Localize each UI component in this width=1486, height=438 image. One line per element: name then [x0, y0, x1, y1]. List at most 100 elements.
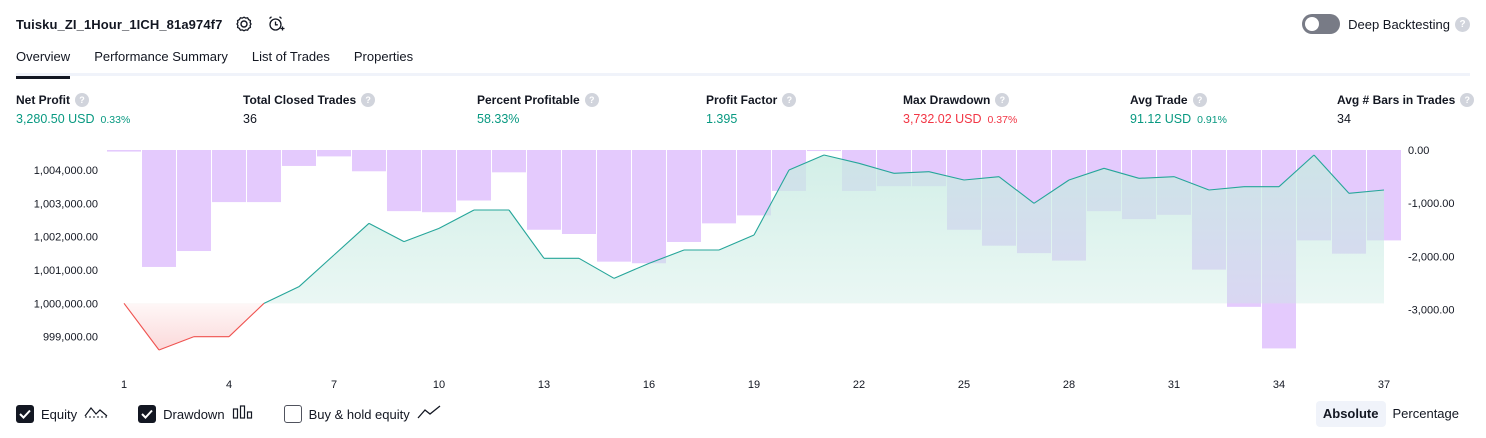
drawdown-bar	[212, 150, 246, 203]
metrics-row: Net Profit? 3,280.50 USD 0.33% Total Clos…	[16, 93, 1475, 133]
drawdown-bar	[807, 150, 841, 152]
drawdown-bar	[597, 150, 631, 262]
metric-percent-profitable: Percent Profitable? 58.33%	[477, 93, 599, 126]
help-icon[interactable]: ?	[1192, 93, 1207, 107]
drawdown-bar	[107, 150, 141, 152]
metric-value: 1.395	[706, 112, 738, 126]
legend-equity[interactable]: Equity	[16, 404, 108, 425]
x-axis-tick: 37	[1378, 379, 1390, 391]
add-alert-icon[interactable]	[266, 14, 286, 34]
left-axis-tick: 1,000,000.00	[34, 298, 98, 310]
drawdown-bar	[457, 150, 491, 201]
metric-avg-bars: Avg # Bars in Trades? 34	[1337, 93, 1475, 126]
metric-percent: 0.91%	[1197, 114, 1227, 126]
report-tabs: Overview Performance Summary List of Tra…	[16, 46, 1470, 79]
drawdown-bar	[422, 150, 456, 213]
metric-total-closed-trades: Total Closed Trades? 36	[243, 93, 376, 126]
tab-properties[interactable]: Properties	[354, 46, 413, 76]
left-axis-tick: 1,003,000.00	[34, 198, 98, 210]
legend-label: Buy & hold equity	[308, 406, 410, 422]
drawdown-bar	[387, 150, 421, 212]
metric-max-drawdown: Max Drawdown? 3,732.02 USD 0.37%	[903, 93, 1017, 126]
deep-backtesting-toggle[interactable]	[1302, 14, 1341, 34]
tab-list-of-trades[interactable]: List of Trades	[252, 46, 330, 76]
metric-percent: 0.33%	[100, 114, 131, 126]
metric-net-profit: Net Profit? 3,280.50 USD 0.33%	[16, 93, 130, 126]
equity-icon	[84, 404, 108, 425]
buy-hold-icon	[417, 404, 441, 425]
legend-buy-hold[interactable]: Buy & hold equity	[283, 404, 441, 425]
metric-percent: 0.37%	[987, 114, 1018, 126]
left-axis-tick: 1,001,000.00	[34, 265, 98, 277]
x-axis-tick: 28	[1063, 379, 1075, 391]
drawdown-checkbox[interactable]	[138, 405, 157, 423]
display-mode-switch: Absolute Percentage	[1315, 401, 1467, 427]
help-icon[interactable]: ?	[361, 93, 376, 107]
metric-value: 3,280.50 USD	[16, 112, 95, 126]
x-axis-tick: 25	[958, 379, 970, 391]
x-axis-tick: 22	[853, 379, 865, 391]
metric-label: Profit Factor	[706, 93, 778, 107]
settings-icon[interactable]	[234, 14, 254, 34]
right-axis-tick: -3,000.00	[1408, 304, 1454, 316]
x-axis-tick: 10	[433, 379, 445, 391]
chart-legend: Equity Drawdown Buy & hold equity	[16, 403, 471, 425]
metric-label: Max Drawdown	[903, 93, 991, 107]
legend-label: Equity	[41, 406, 78, 422]
buy-hold-checkbox[interactable]	[283, 405, 302, 423]
help-icon[interactable]: ?	[995, 93, 1010, 107]
metric-label: Percent Profitable	[477, 93, 580, 107]
x-axis-tick: 1	[121, 379, 127, 391]
metric-avg-trade: Avg Trade? 91.12 USD 0.91%	[1130, 93, 1227, 126]
right-axis-tick: 0.00	[1408, 145, 1429, 157]
drawdown-bar	[737, 150, 771, 216]
x-axis-tick: 34	[1273, 379, 1285, 391]
metric-value: 36	[243, 112, 257, 126]
equity-area-negative	[124, 303, 1384, 350]
drawdown-bar	[247, 150, 281, 203]
metric-value: 91.12 USD	[1130, 112, 1192, 126]
left-axis-tick: 1,002,000.00	[34, 232, 98, 244]
x-axis-tick: 16	[643, 379, 655, 391]
strategy-name: Tuisku_ZI_1Hour_1ICH_81a974f7	[16, 16, 223, 32]
help-icon[interactable]: ?	[782, 93, 797, 107]
deep-backtesting-label: Deep Backtesting	[1348, 16, 1450, 32]
drawdown-bar	[142, 150, 176, 267]
help-icon[interactable]: ?	[75, 93, 89, 107]
drawdown-bar	[352, 150, 386, 172]
mode-percentage[interactable]: Percentage	[1386, 401, 1467, 427]
x-axis-tick: 19	[748, 379, 760, 391]
right-axis-tick: -1,000.00	[1408, 198, 1454, 210]
x-axis-tick: 31	[1168, 379, 1180, 391]
tab-performance-summary[interactable]: Performance Summary	[94, 46, 228, 76]
drawdown-bar	[632, 150, 666, 264]
metric-profit-factor: Profit Factor? 1.395	[706, 93, 797, 126]
x-axis-tick: 13	[538, 379, 550, 391]
metric-label: Net Profit	[16, 93, 70, 107]
tab-overview[interactable]: Overview	[16, 46, 71, 79]
toggle-knob	[1305, 17, 1320, 31]
help-icon[interactable]: ?	[584, 93, 599, 107]
equity-drawdown-chart[interactable]: 1,004,000.00 1,003,000.00 1,002,000.00 1,00…	[0, 140, 1486, 398]
metric-label: Total Closed Trades	[243, 93, 357, 107]
equity-checkbox[interactable]	[16, 405, 34, 423]
drawdown-bar	[177, 150, 211, 252]
metric-label: Avg Trade	[1130, 93, 1188, 107]
help-icon[interactable]: ?	[1455, 16, 1470, 32]
legend-label: Drawdown	[163, 406, 225, 422]
right-axis-tick: -2,000.00	[1408, 251, 1454, 263]
report-header: Tuisku_ZI_1Hour_1ICH_81a974f7 Deep Backt…	[16, 12, 1470, 36]
legend-drawdown[interactable]: Drawdown	[138, 404, 253, 425]
mode-absolute[interactable]: Absolute	[1315, 401, 1386, 427]
help-icon[interactable]: ?	[1460, 93, 1475, 107]
x-axis-tick: 4	[226, 379, 232, 391]
left-axis-tick: 1,004,000.00	[34, 165, 98, 177]
drawdown-bar	[317, 150, 351, 157]
metric-value: 34	[1337, 112, 1351, 126]
metric-value: 3,732.02 USD	[903, 112, 982, 126]
drawdown-icon	[232, 404, 254, 425]
drawdown-bar	[667, 150, 701, 242]
drawdown-bar	[282, 150, 316, 166]
drawdown-bar	[562, 150, 596, 234]
left-axis-tick: 999,000.00	[43, 332, 98, 344]
